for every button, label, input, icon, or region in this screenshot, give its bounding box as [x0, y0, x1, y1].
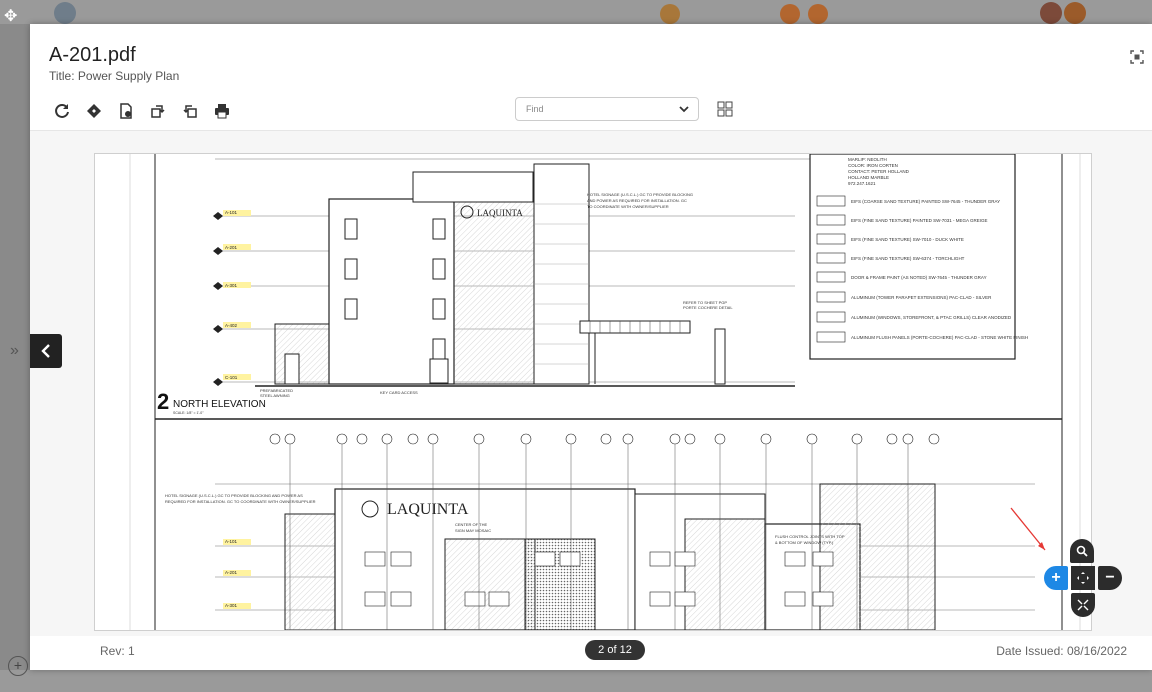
legend-header-line: COLOR: IRON CORTEN [848, 163, 898, 168]
document-subtitle: Title: Power Supply Plan [49, 69, 180, 83]
svg-text:CENTER OF THE: CENTER OF THE [455, 522, 487, 527]
architectural-drawing: A-101 A-201 A-301 A-402 C-101 LAQUINTA 2… [129, 154, 1081, 630]
legend-item: EIFS (COARSE SAND TEXTURE) PAINTED SW-76… [851, 199, 1000, 204]
find-input[interactable]: Find [515, 97, 699, 121]
level-tag: A-301 [225, 603, 238, 608]
level-tag: C-101 [225, 375, 238, 380]
legend-item: EIFS (FINE SAND TEXTURE) SW-6374 - TORCH… [851, 256, 965, 261]
pdf-page[interactable]: A-101 A-201 A-301 A-402 C-101 LAQUINTA 2… [94, 153, 1092, 631]
brand-sign-lower: LAQUINTA [387, 501, 469, 518]
legend-header-line: HOLLAND MARBLE [848, 175, 889, 180]
elevation-scale: SCALE: 1/8" = 1'-0" [173, 411, 204, 415]
viewer-toolbar [52, 100, 232, 122]
document-title: A-201.pdf [49, 44, 136, 66]
background-app-header [0, 0, 1152, 24]
level-tag: A-301 [225, 283, 238, 288]
svg-text:& BOTTOM OF WINDOW (TYP.): & BOTTOM OF WINDOW (TYP.) [775, 540, 834, 545]
background-app-footer [0, 670, 1152, 692]
rotate-right-icon[interactable] [148, 101, 168, 121]
export-icon[interactable] [116, 101, 136, 121]
svg-text:PORTE COCHERE DETAIL: PORTE COCHERE DETAIL [683, 305, 733, 310]
level-tag: A-201 [225, 570, 238, 575]
svg-text:REQUIRED FOR INSTALLATION. GC: REQUIRED FOR INSTALLATION. GC TO COORDIN… [165, 499, 316, 504]
fullscreen-icon[interactable] [1130, 50, 1144, 64]
zoom-in-button[interactable]: + [1044, 566, 1068, 590]
background-avatar [1064, 2, 1086, 24]
svg-text:SIGN MAY MOSAIC: SIGN MAY MOSAIC [455, 528, 491, 533]
print-icon[interactable] [212, 101, 232, 121]
rotate-left-icon[interactable] [180, 101, 200, 121]
level-tag: A-201 [225, 245, 238, 250]
page-indicator: 2 of 12 [585, 640, 645, 660]
legend-header-line: MARLIP: NEOLITH [848, 157, 887, 162]
legend-item: DOOR & FRAME PAINT (AS NOTED) SW-7645 - … [851, 275, 987, 280]
legend-header-line: CONTACT: PETER HOLLAND [848, 169, 910, 174]
level-tag: A-101 [225, 539, 238, 544]
sidebar-expand-icon[interactable]: » [10, 342, 19, 360]
svg-text:AND POWER AS REQUIRED FOR INST: AND POWER AS REQUIRED FOR INSTALLATION. … [587, 198, 687, 203]
previous-page-button[interactable] [30, 334, 62, 368]
legend-item: EIFS (FINE SAND TEXTURE) PAINTED SW-7031… [851, 218, 988, 223]
background-avatar [54, 2, 76, 24]
zoom-out-button[interactable]: − [1098, 566, 1122, 590]
annotate-icon[interactable] [84, 101, 104, 121]
zoom-search-button[interactable] [1070, 539, 1094, 563]
revision-label: Rev: 1 [100, 644, 135, 658]
background-avatar [660, 4, 680, 24]
svg-text:KEY CARD ACCESS: KEY CARD ACCESS [380, 390, 418, 395]
legend-item: EIFS (FINE SAND TEXTURE) SW-7010 - DUCK … [851, 237, 964, 242]
svg-text:HOTEL SIGNAGE (U.S.C.L.) GC TO: HOTEL SIGNAGE (U.S.C.L.) GC TO PROVIDE B… [587, 192, 693, 197]
pdf-viewer-modal: A-201.pdf Title: Power Supply Plan Find [30, 24, 1152, 670]
background-avatar [808, 4, 828, 24]
refresh-icon[interactable] [52, 101, 72, 121]
background-avatar [780, 4, 800, 24]
date-issued: Date Issued: 08/16/2022 [996, 644, 1127, 658]
thumbnail-grid-icon[interactable] [717, 101, 733, 117]
legend-header-line: 972.247.1621 [848, 181, 876, 186]
chevron-down-icon[interactable] [678, 103, 690, 117]
fit-to-page-icon[interactable] [1071, 593, 1095, 617]
pan-icon[interactable] [1071, 566, 1095, 590]
move-handle-icon[interactable]: ✥ [4, 6, 17, 26]
svg-text:HOTEL SIGNAGE (U.S.C.L.) GC TO: HOTEL SIGNAGE (U.S.C.L.) GC TO PROVIDE B… [165, 493, 303, 498]
svg-text:FLUSH CONTROL JOINTS WITH TOP: FLUSH CONTROL JOINTS WITH TOP [775, 534, 845, 539]
brand-sign-upper: LAQUINTA [477, 208, 523, 218]
svg-text:STEEL AWNING: STEEL AWNING [260, 393, 290, 398]
background-avatar [1040, 2, 1062, 24]
elevation-number: 2 [157, 389, 169, 414]
level-tag: A-101 [225, 210, 238, 215]
elevation-title: NORTH ELEVATION [173, 399, 266, 410]
level-tag: A-402 [225, 323, 238, 328]
find-placeholder: Find [526, 104, 544, 114]
legend-item: ALUMINUM FLUSH PANELS (PORTE-COCHERE) PA… [851, 335, 1028, 340]
legend-item: ALUMINUM (WINDOWS, STOREFRONT, & PTAC GR… [851, 315, 1012, 320]
add-icon[interactable]: + [8, 656, 28, 676]
svg-text:TO COORDINATE WITH OWNER/SUPPL: TO COORDINATE WITH OWNER/SUPPLIER [587, 204, 669, 209]
legend-item: ALUMINUM (TOWER PARAPET EXTENSIONS) PAC-… [851, 295, 992, 300]
